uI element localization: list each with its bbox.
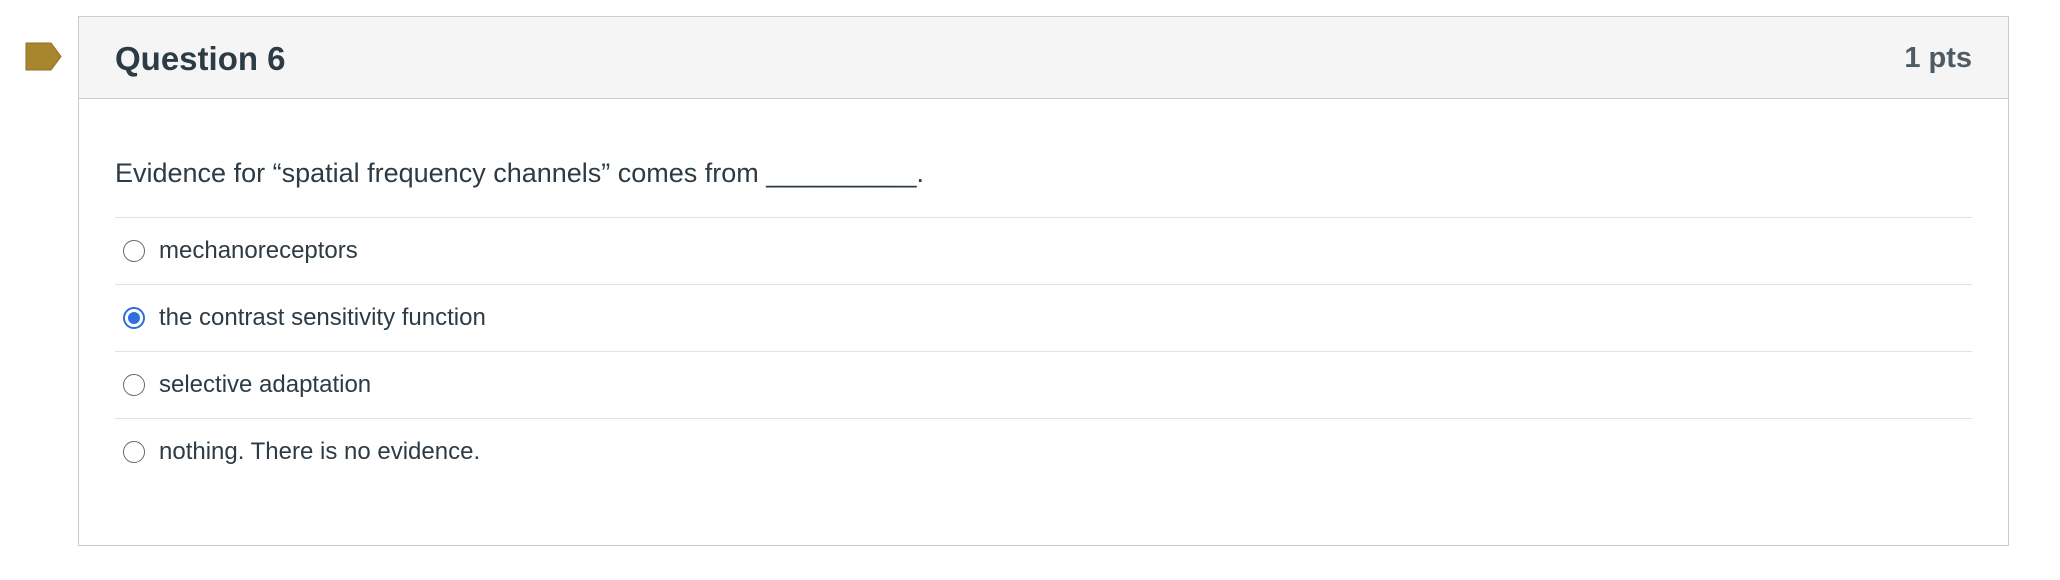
question-title: Question 6 [115,39,286,77]
quiz-page: Question 6 1 pts Evidence for “spatial f… [0,0,2060,580]
question-text: Evidence for “spatial frequency channels… [115,158,924,188]
question-header: Question 6 1 pts [79,17,2008,99]
answer-label: mechanoreceptors [159,237,358,264]
answer-option[interactable]: the contrast sensitivity function [115,284,1972,351]
radio-button[interactable] [123,240,145,262]
answer-option[interactable]: nothing. There is no evidence. [115,418,1972,485]
question-card: Question 6 1 pts Evidence for “spatial f… [78,16,2009,546]
question-body: Evidence for “spatial frequency channels… [79,99,2008,485]
question-points: 1 pts [1904,42,1972,74]
answer-option[interactable]: selective adaptation [115,351,1972,418]
answer-list: mechanoreceptors the contrast sensitivit… [115,217,1972,485]
answer-label: the contrast sensitivity function [159,304,486,331]
answer-label: nothing. There is no evidence. [159,438,481,465]
answer-option[interactable]: mechanoreceptors [115,217,1972,284]
answer-label: selective adaptation [159,371,372,398]
radio-button[interactable] [123,374,145,396]
radio-button[interactable] [123,441,145,463]
flag-question-icon[interactable] [25,42,62,71]
radio-button-selected[interactable] [123,307,145,329]
